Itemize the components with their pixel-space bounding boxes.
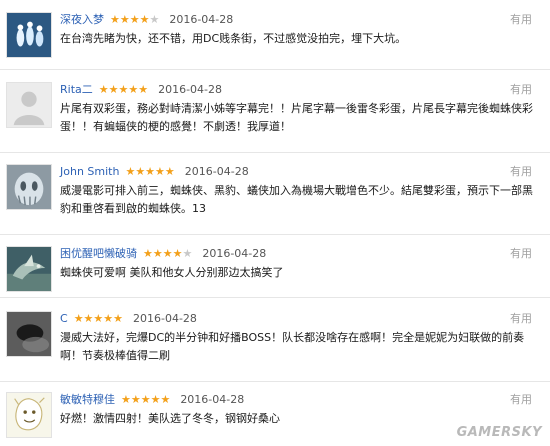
comment-date: 2016-04-28: [169, 13, 234, 26]
separator: [0, 381, 550, 382]
rating-stars: ★★★★★: [73, 312, 123, 325]
avatar[interactable]: [6, 164, 52, 210]
useful-button[interactable]: 有用: [510, 244, 532, 264]
comment-meta: 敏敏特穆佳 ★★★★★ 2016-04-28: [60, 390, 244, 410]
ghost-face-avatar-icon: [7, 165, 51, 209]
useful-button[interactable]: 有用: [510, 162, 532, 182]
rating-stars: ★★★★★: [98, 83, 149, 96]
rating-stars: ★★★★★: [125, 165, 175, 178]
useful-button[interactable]: 有用: [510, 10, 532, 30]
separator: [0, 69, 550, 70]
comment-text: 在台湾先睹为快，还不错，用DC贱条街，不过感觉没拍完，埋下大坑。: [60, 32, 407, 45]
rating-stars: ★★★★★: [121, 393, 171, 406]
bird-scene-avatar-icon: [7, 247, 51, 291]
comment-meta: John Smith ★★★★★ 2016-04-28: [60, 162, 249, 182]
avatar[interactable]: [6, 12, 52, 58]
comment-text: 蜘蛛侠可爱啊 美队和他女人分别那边太搞笑了: [60, 266, 284, 279]
username-link[interactable]: 敏敏特穆佳: [60, 393, 115, 406]
separator: [0, 152, 550, 153]
comment-date: 2016-04-28: [158, 83, 223, 96]
avatar[interactable]: [6, 246, 52, 292]
comment-text: 威漫電影可排入前三，蜘蛛侠、黑豹、蟻侠加入為機場大戰增色不少。結尾雙彩蛋，預示下…: [60, 184, 533, 215]
comment-item: C ★★★★★ 2016-04-28 有用 漫威大法好，完爆DC的半分钟和好播BOS…: [0, 309, 550, 379]
comment-item: 困优醒吧懒破骑 ★★★★★ 2016-04-28 有用 蜘蛛侠可爱啊 美队和他女人分…: [0, 244, 550, 296]
dark-blur-avatar-icon: [7, 312, 51, 356]
comment-meta: 深夜入梦 ★★★★★ 2016-04-28: [60, 10, 233, 30]
username-link[interactable]: C: [60, 312, 68, 325]
useful-button[interactable]: 有用: [510, 309, 532, 329]
username-link[interactable]: John Smith: [60, 165, 119, 178]
comment-item: John Smith ★★★★★ 2016-04-28 有用 威漫電影可排入前三，蜘…: [0, 162, 550, 232]
useful-button[interactable]: 有用: [510, 390, 532, 410]
comment-text: 片尾有双彩蛋，務必對峙清潔小姊等字幕完！！片尾字幕一後雷冬彩蛋，片尾長字幕完後蜘…: [60, 102, 533, 133]
rating-stars: ★★★★★: [110, 13, 160, 26]
cartoon-doodle-avatar-icon: [7, 393, 51, 437]
comment-meta: 困优醒吧懒破骑 ★★★★★ 2016-04-28: [60, 244, 266, 264]
avatar[interactable]: [6, 311, 52, 357]
avatar[interactable]: [6, 82, 52, 128]
separator: [0, 234, 550, 235]
comment-date: 2016-04-28: [202, 247, 267, 260]
rating-stars: ★★★★★: [143, 247, 193, 260]
useful-button[interactable]: 有用: [510, 80, 532, 100]
separator: [0, 297, 550, 298]
watermark-logo: GAMERSKY: [456, 425, 542, 440]
avatar[interactable]: [6, 392, 52, 438]
default-avatar-icon: [7, 83, 51, 127]
comment-item: 深夜入梦 ★★★★★ 2016-04-28 有用 在台湾先睹为快，还不错，用DC贱条…: [0, 10, 550, 68]
comment-meta: C ★★★★★ 2016-04-28: [60, 309, 197, 329]
comment-date: 2016-04-28: [133, 312, 197, 325]
glowing-figures-avatar-icon: [7, 13, 51, 57]
username-link[interactable]: 深夜入梦: [60, 13, 104, 26]
comment-text: 漫威大法好，完爆DC的半分钟和好播BOSS！队长都没啥存在感啊！完全是妮妮为妇联…: [60, 331, 525, 362]
comment-item: Rita二 ★★★★★ 2016-04-28 有用 片尾有双彩蛋，務必對峙清潔小姊等…: [0, 80, 550, 150]
comment-date: 2016-04-28: [184, 165, 249, 178]
username-link[interactable]: 困优醒吧懒破骑: [60, 247, 137, 260]
username-link[interactable]: Rita二: [60, 83, 93, 96]
comment-date: 2016-04-28: [180, 393, 245, 406]
comment-meta: Rita二 ★★★★★ 2016-04-28: [60, 80, 222, 100]
